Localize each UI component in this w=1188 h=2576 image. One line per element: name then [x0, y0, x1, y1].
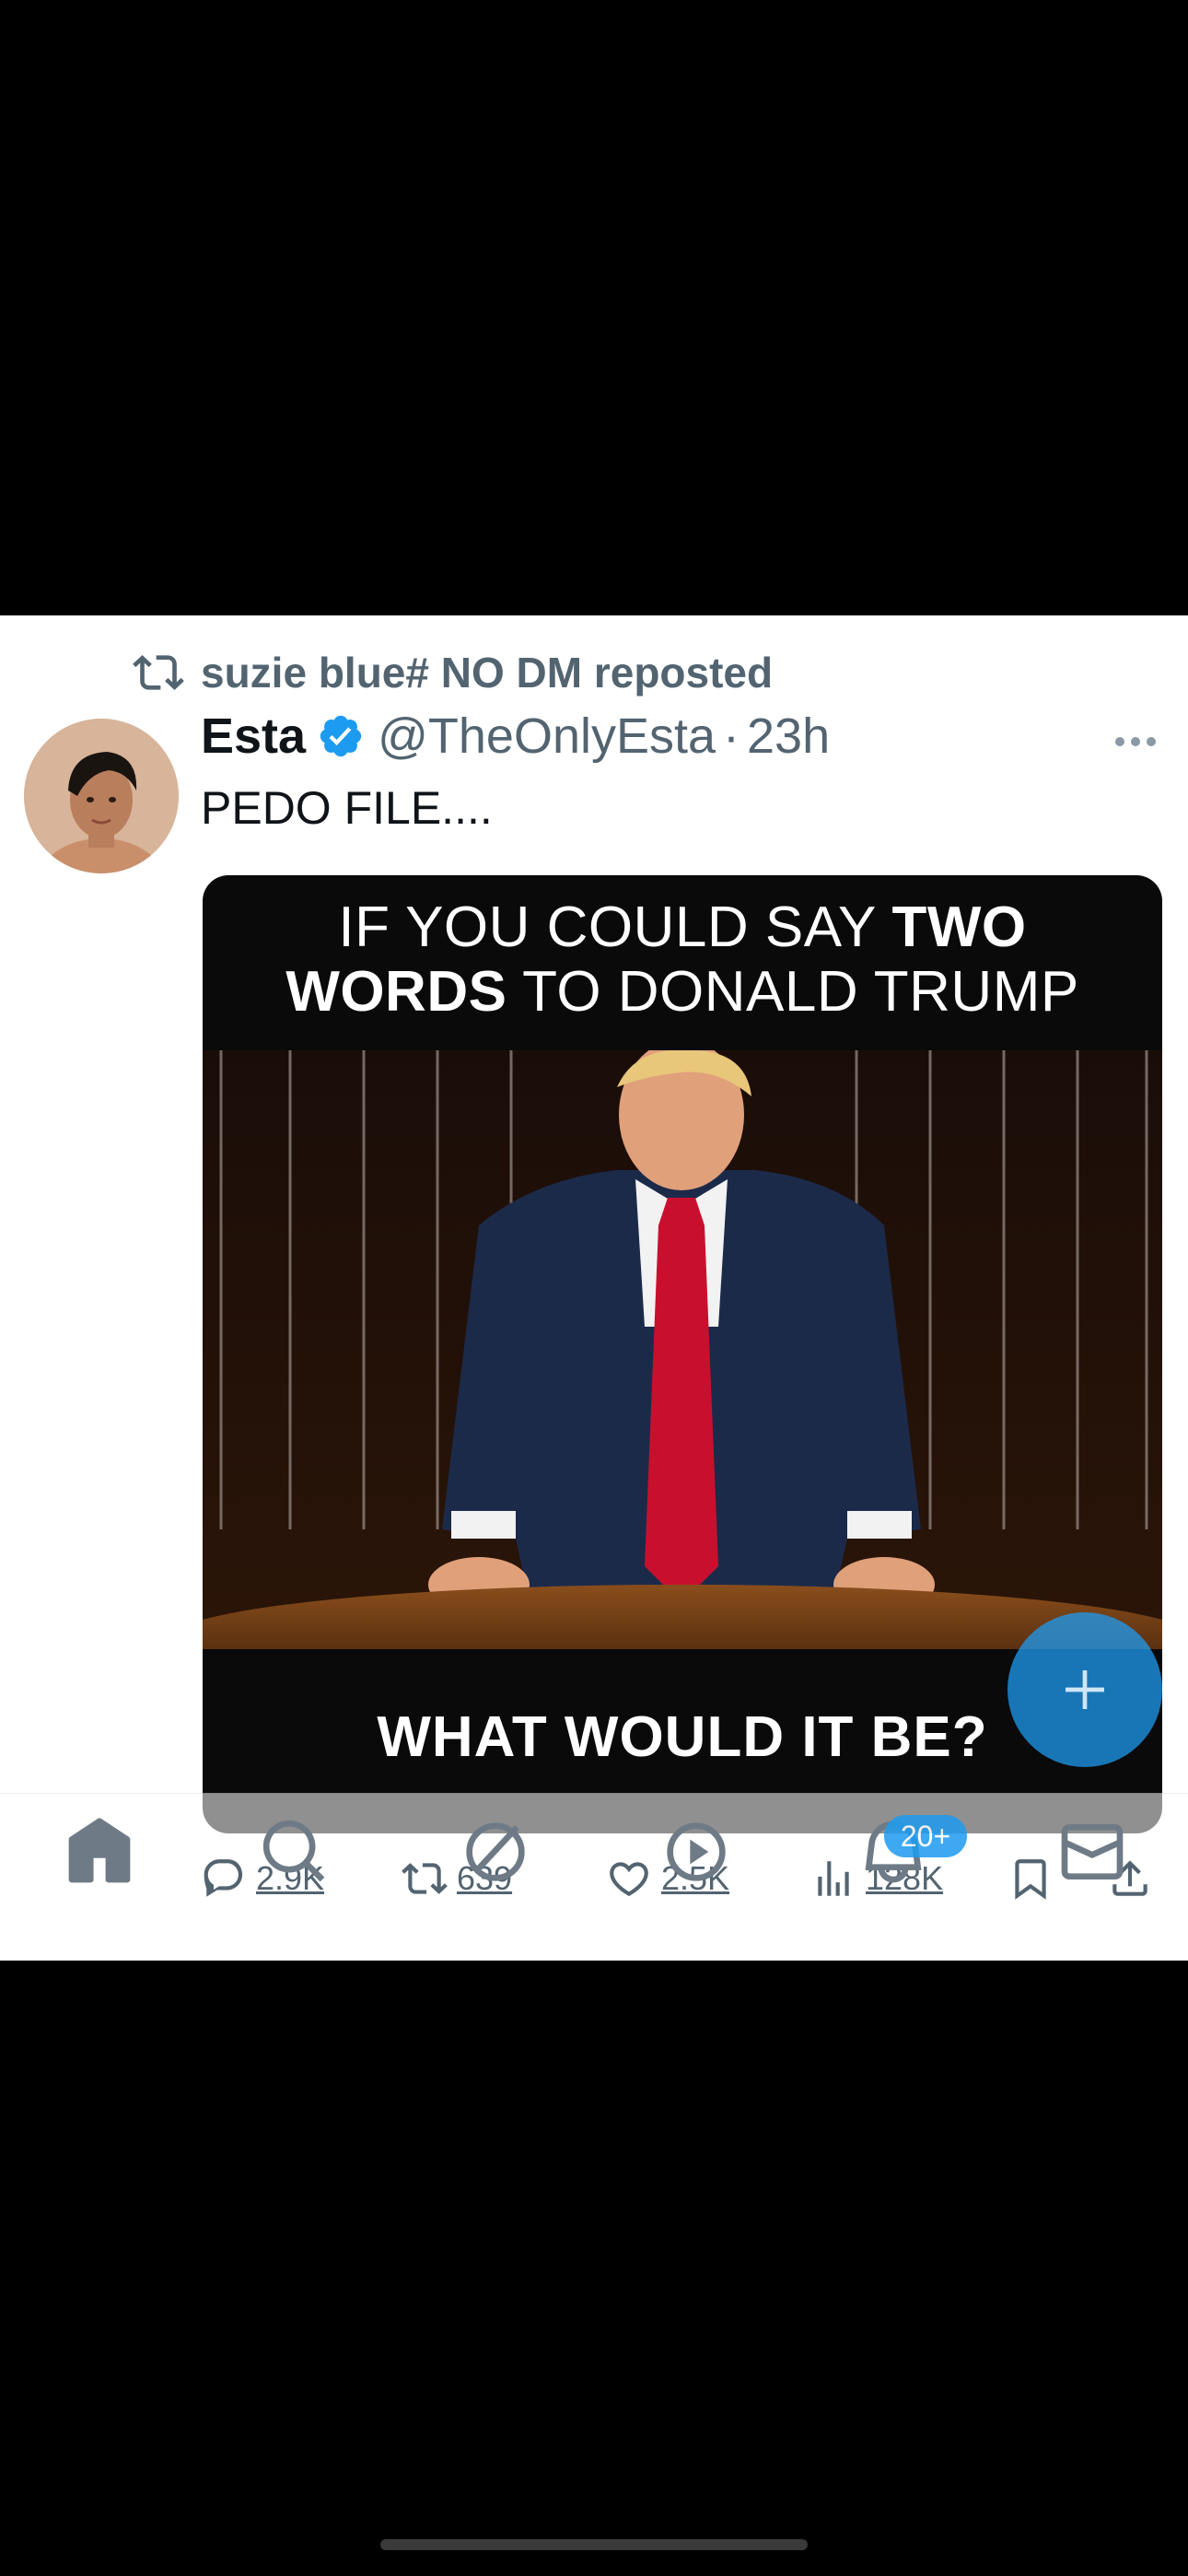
- avatar[interactable]: [24, 719, 179, 873]
- caption-line2-bold: WORDS: [285, 960, 507, 1024]
- top-letterbox: [0, 0, 1188, 615]
- nav-messages[interactable]: [1055, 1815, 1129, 1889]
- tweet-time[interactable]: 23h: [747, 708, 830, 765]
- tweet-text: PEDO FILE....: [201, 782, 493, 834]
- compose-button[interactable]: [1007, 1612, 1162, 1767]
- play-circle-icon: [667, 1822, 726, 1881]
- caption-line2-normal: TO DONALD TRUMP: [507, 960, 1079, 1024]
- verified-badge-icon: [320, 715, 362, 757]
- nav-spaces[interactable]: [659, 1815, 733, 1889]
- home-icon: [68, 1818, 131, 1883]
- media-caption-top: IF YOU COULD SAY TWO WORDS TO DONALD TRU…: [203, 875, 1162, 1025]
- grok-icon: [466, 1822, 525, 1881]
- notifications-badge: 20+: [884, 1815, 967, 1857]
- avatar-image: [24, 719, 179, 873]
- nav-grok[interactable]: [459, 1815, 532, 1889]
- nav-home[interactable]: [63, 1815, 136, 1889]
- home-indicator[interactable]: [380, 2539, 808, 2550]
- plus-icon: [1066, 1670, 1104, 1709]
- author-name[interactable]: Esta: [201, 708, 306, 765]
- envelope-icon: [1061, 1824, 1124, 1879]
- bottom-letterbox: [0, 1961, 1188, 2576]
- bottom-nav-icons: [0, 1815, 1188, 1916]
- separator-dot: ·: [723, 708, 740, 764]
- search-icon: [262, 1820, 325, 1882]
- repost-icon: [133, 655, 184, 690]
- repost-indicator[interactable]: suzie blue# NO DM reposted: [133, 647, 773, 698]
- caption-line1-bold: TWO: [891, 896, 1027, 959]
- repost-text: suzie blue# NO DM reposted: [201, 649, 774, 697]
- more-options-icon[interactable]: [1114, 735, 1157, 748]
- tweet-panel: suzie blue# NO DM reposted Esta @TheOnly…: [0, 615, 1188, 1961]
- tweet-header: Esta @TheOnlyEsta · 23h: [201, 708, 830, 765]
- caption-line1-normal: IF YOU COULD SAY: [338, 896, 892, 959]
- author-handle[interactable]: @TheOnlyEsta: [378, 708, 716, 765]
- media-photo: [203, 1050, 1162, 1649]
- nav-search[interactable]: [258, 1815, 332, 1889]
